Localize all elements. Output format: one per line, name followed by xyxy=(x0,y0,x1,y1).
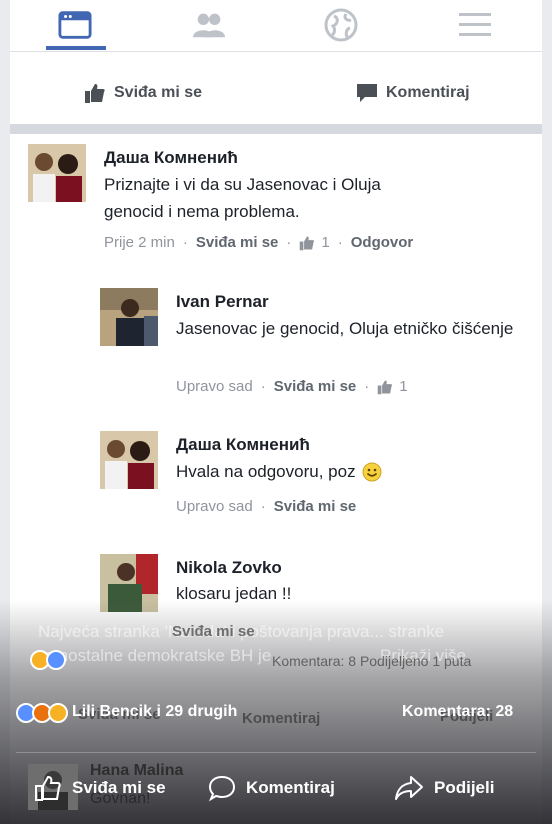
avatar[interactable] xyxy=(100,288,158,346)
comment-button[interactable]: Komentiraj xyxy=(356,82,470,104)
overlay-ghost-counts: Komentara: 8 Podijeljeno 1 puta xyxy=(272,653,472,669)
avatar[interactable] xyxy=(28,144,86,202)
comments-count[interactable]: Komentara: 28 xyxy=(402,703,513,721)
overlay-ghost-like: Sviđa mi se xyxy=(172,623,255,640)
avatar[interactable] xyxy=(100,431,158,489)
comment-icon xyxy=(208,774,236,802)
thumbs-up-icon xyxy=(377,379,393,395)
thumbs-up-icon xyxy=(84,82,106,104)
divider xyxy=(16,752,536,753)
like-label: Sviđa mi se xyxy=(72,778,166,797)
active-tab-indicator xyxy=(46,46,106,50)
comment-author[interactable]: Даша Комненић xyxy=(176,435,310,455)
comment-text: Hvala na odgovoru, poz xyxy=(176,462,356,481)
comment-icon xyxy=(356,82,378,104)
share-button[interactable]: Podijeli xyxy=(394,774,494,802)
comment-like-count: 1 xyxy=(321,234,330,251)
post-action-bar: Sviđa mi se Komentiraj xyxy=(10,52,542,124)
comment-text-row: Hvala na odgovoru, poz xyxy=(176,458,516,485)
comment-text: Jasenovac je genocid, Oluja etničko čišć… xyxy=(176,319,514,338)
like-button[interactable]: Sviđa mi se xyxy=(34,774,166,802)
comment-meta: Upravo sad · Sviđa mi se xyxy=(176,498,357,515)
news-feed-icon[interactable] xyxy=(58,10,92,40)
comment-author[interactable]: Nikola Zovko xyxy=(176,558,282,578)
comment-time: Upravo sad xyxy=(176,498,253,515)
comment-reply-link[interactable]: Odgovor xyxy=(351,234,414,251)
comment-time: Prije 2 min xyxy=(104,234,175,251)
comment-button[interactable]: Komentiraj xyxy=(208,774,335,802)
like-label: Sviđa mi se xyxy=(114,84,203,101)
thumbs-up-icon xyxy=(299,235,315,251)
share-label: Podijeli xyxy=(434,778,495,797)
comment-author[interactable]: Ivan Pernar xyxy=(176,292,269,312)
friends-icon[interactable] xyxy=(192,10,226,40)
comment-meta: Upravo sad · Sviđa mi se · 1 xyxy=(176,378,408,395)
comment-author[interactable]: Даша Комненић xyxy=(104,148,238,168)
comment-like-link[interactable]: Sviđa mi se xyxy=(274,378,357,395)
comment-label: Komentiraj xyxy=(386,84,470,101)
share-arrow-icon xyxy=(394,774,424,802)
comment-text: Priznajte i vi da su Jasenovac i Oluja g… xyxy=(104,175,381,221)
reactions-summary[interactable]: Lili Bencik i 29 drugih xyxy=(72,703,237,721)
like-reaction-icon xyxy=(46,650,66,670)
comment-meta: Prije 2 min · Sviđa mi se · 1 · Odgovor xyxy=(104,234,414,251)
comment-time: Upravo sad xyxy=(176,378,253,395)
menu-icon[interactable] xyxy=(458,10,492,40)
overlay-ghost-text: samostalne demokratske BH je ... xyxy=(36,646,291,665)
thumbs-up-icon xyxy=(34,774,62,802)
top-navigation xyxy=(10,0,542,52)
like-button[interactable]: Sviđa mi se xyxy=(84,82,202,104)
overlay-ghost-comment: Komentiraj xyxy=(242,710,321,727)
wow-reaction-icon xyxy=(48,703,68,723)
smiley-emoji-icon xyxy=(362,462,382,482)
comment-like-link[interactable]: Sviđa mi se xyxy=(274,498,357,515)
comment-label: Komentiraj xyxy=(246,778,335,797)
section-divider xyxy=(10,124,542,134)
comment-like-link[interactable]: Sviđa mi se xyxy=(196,234,279,251)
comment-like-count: 1 xyxy=(399,378,408,395)
globe-icon[interactable] xyxy=(324,8,358,42)
